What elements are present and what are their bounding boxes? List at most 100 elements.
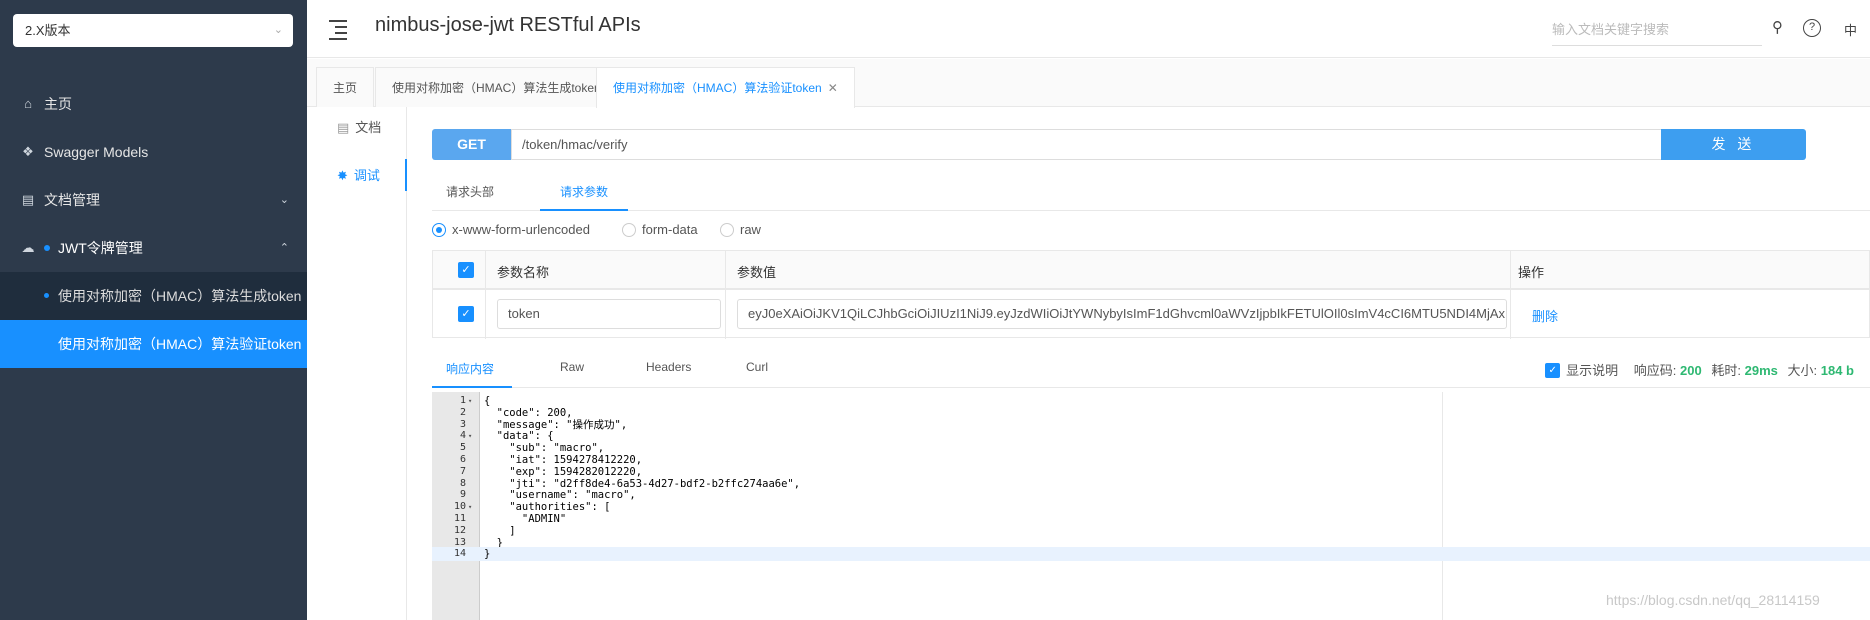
sidebar-menu: ⌂ 主页 ❖ Swagger Models ▤ 文档管理 ⌄ ☁ JWT令牌管理… <box>0 80 307 368</box>
request-url-row: GET /token/hmac/verify 发 送 <box>432 129 1806 160</box>
tab-request-headers[interactable]: 请求头部 <box>446 183 494 200</box>
search-box <box>1552 14 1762 46</box>
param-value-input[interactable]: eyJ0eXAiOiJKV1QiLCJhbGciOiJIUzI1NiJ9.eyJ… <box>737 299 1507 329</box>
bug-icon: ✸ <box>337 168 348 183</box>
app-title: nimbus-jose-jwt RESTful APIs <box>375 14 641 36</box>
tab-doc-label: 文档 <box>355 120 382 135</box>
tab-doc[interactable]: ▤ 文档 <box>337 117 381 136</box>
column-divider <box>1510 251 1511 339</box>
time-label: 耗时: <box>1711 363 1741 378</box>
code-line: 14} <box>432 547 1870 562</box>
home-icon: ⌂ <box>24 96 32 111</box>
sidebar-subitem-verify-token[interactable]: 使用对称加密（HMAC）算法验证token <box>0 320 307 368</box>
radio-unchecked-icon <box>720 222 734 237</box>
sidebar-item-label: JWT令牌管理 <box>58 240 143 256</box>
cube-icon: ❖ <box>22 144 34 159</box>
row-checkbox[interactable]: ✓ <box>458 306 474 322</box>
subitem-dot <box>44 293 49 298</box>
tab-request-params[interactable]: 请求参数 <box>560 183 608 200</box>
param-name-input[interactable]: token <box>497 299 721 329</box>
response-editor[interactable]: 1 ▾{2 "code": 200, 3 "message": "操作成功", 4 ▾ … <box>432 392 1870 620</box>
params-table: ✓ 参数名称 参数值 操作 ✓ token eyJ0eXAiOiJKV1QiLC… <box>432 250 1870 339</box>
line-number: 14 <box>453 548 466 560</box>
size-label: 大小: <box>1787 363 1818 378</box>
version-select[interactable]: 2.X版本 ⌄ <box>13 14 293 47</box>
show-description-label: 显示说明 <box>1566 363 1619 378</box>
search-icon[interactable]: ⚲ <box>1772 18 1783 36</box>
group-dot <box>44 245 50 252</box>
sidebar-item-doc-management[interactable]: ▤ 文档管理 ⌄ <box>0 176 307 224</box>
chevron-up-icon: ⌃ <box>279 242 289 254</box>
column-divider <box>725 251 726 339</box>
radio-label: raw <box>740 222 761 237</box>
column-header-name: 参数名称 <box>497 265 550 280</box>
close-icon[interactable]: ✕ <box>828 81 838 95</box>
tab-label: 使用对称加密（HMAC）算法生成token <box>392 81 601 95</box>
tab-response-raw[interactable]: Raw <box>560 360 584 374</box>
status-code-label: 响应码: <box>1633 363 1677 378</box>
table-header <box>433 251 1869 289</box>
delete-param-link[interactable]: 删除 <box>1532 306 1558 325</box>
tab-debug-label: 调试 <box>353 168 380 183</box>
tab-generate-token[interactable]: 使用对称加密（HMAC）算法生成token✕ <box>375 67 634 107</box>
search-input[interactable] <box>1552 14 1762 44</box>
document-icon: ▤ <box>21 192 35 207</box>
tab-response-curl[interactable]: Curl <box>746 360 768 374</box>
cloud-icon: ☁ <box>21 240 35 255</box>
sidebar-item-home[interactable]: ⌂ 主页 <box>0 80 307 128</box>
sidebar-item-jwt-management[interactable]: ☁ JWT令牌管理 ⌃ <box>0 224 307 272</box>
request-tabs: 请求头部 请求参数 <box>432 175 1870 211</box>
time-value: 29ms <box>1744 363 1778 378</box>
sidebar-item-label: 文档管理 <box>44 192 100 208</box>
jwt-submenu: 使用对称加密（HMAC）算法生成token 使用对称加密（HMAC）算法验证to… <box>0 272 307 368</box>
sidebar-item-label: 主页 <box>44 96 72 112</box>
radio-form-data[interactable]: form-data <box>622 222 698 238</box>
response-meta: ✓ 显示说明 响应码: 200 耗时: 29ms 大小: 184 b <box>1545 360 1860 379</box>
version-select-value: 2.X版本 <box>25 23 71 38</box>
show-description-checkbox[interactable]: ✓ <box>1545 363 1561 379</box>
menu-toggle-icon[interactable] <box>329 18 349 40</box>
radio-raw[interactable]: raw <box>720 222 761 238</box>
chevron-down-icon: ⌄ <box>279 194 289 206</box>
tab-response-content[interactable]: 响应内容 <box>446 360 494 377</box>
chevron-down-icon: ⌄ <box>273 24 283 36</box>
tabs-bar: 主页 使用对称加密（HMAC）算法生成token✕ 使用对称加密（HMAC）算法… <box>307 59 1870 108</box>
tab-response-headers[interactable]: Headers <box>646 360 691 374</box>
column-divider <box>485 251 486 339</box>
language-toggle[interactable]: 中 <box>1844 20 1857 39</box>
sidebar: 2.X版本 ⌄ ⌂ 主页 ❖ Swagger Models ▤ 文档管理 ⌄ ☁… <box>0 0 307 620</box>
status-code-value: 200 <box>1680 363 1702 378</box>
column-header-action: 操作 <box>1518 265 1545 280</box>
active-tab-indicator <box>405 159 407 191</box>
select-all-checkbox[interactable]: ✓ <box>458 262 474 278</box>
active-tab-indicator <box>540 209 628 211</box>
response-tabs: 响应内容 Raw Headers Curl ✓ 显示说明 响应码: 200 耗时:… <box>432 352 1870 388</box>
size-value: 184 b <box>1820 363 1854 378</box>
tab-debug[interactable]: ✸ 调试 <box>337 165 380 184</box>
radio-urlencoded[interactable]: x-www-form-urlencoded <box>432 222 590 238</box>
watermark: https://blog.csdn.net/qq_28114159 <box>1606 592 1820 608</box>
sidebar-item-swagger-models[interactable]: ❖ Swagger Models <box>0 128 307 176</box>
code-text: } <box>484 548 491 561</box>
radio-label: form-data <box>642 222 698 237</box>
sidebar-subitem-label: 使用对称加密（HMAC）算法验证token <box>58 336 302 352</box>
sidebar-item-label: Swagger Models <box>44 144 149 160</box>
radio-label: x-www-form-urlencoded <box>452 222 590 237</box>
sidebar-subitem-generate-token[interactable]: 使用对称加密（HMAC）算法生成token <box>0 272 307 320</box>
http-method-badge: GET <box>432 129 511 160</box>
tab-verify-token[interactable]: 使用对称加密（HMAC）算法验证token ✕ <box>596 67 855 108</box>
send-button[interactable]: 发 送 <box>1661 129 1806 160</box>
radio-unchecked-icon <box>622 222 636 237</box>
document-icon: ▤ <box>337 120 350 135</box>
url-input[interactable]: /token/hmac/verify <box>511 129 1663 160</box>
top-bar: nimbus-jose-jwt RESTful APIs ⚲ ? 中 <box>307 0 1870 58</box>
tab-label: 使用对称加密（HMAC）算法验证token <box>613 81 822 95</box>
help-icon[interactable]: ? <box>1803 19 1821 37</box>
tab-label: 主页 <box>333 81 358 95</box>
doc-debug-tabs: ▤ 文档 ✸ 调试 <box>307 107 407 620</box>
radio-checked-icon <box>432 222 446 237</box>
active-tab-indicator <box>432 386 512 388</box>
column-header-value: 参数值 <box>737 265 777 280</box>
sidebar-subitem-label: 使用对称加密（HMAC）算法生成token <box>58 288 302 304</box>
tab-home[interactable]: 主页 <box>316 67 375 107</box>
